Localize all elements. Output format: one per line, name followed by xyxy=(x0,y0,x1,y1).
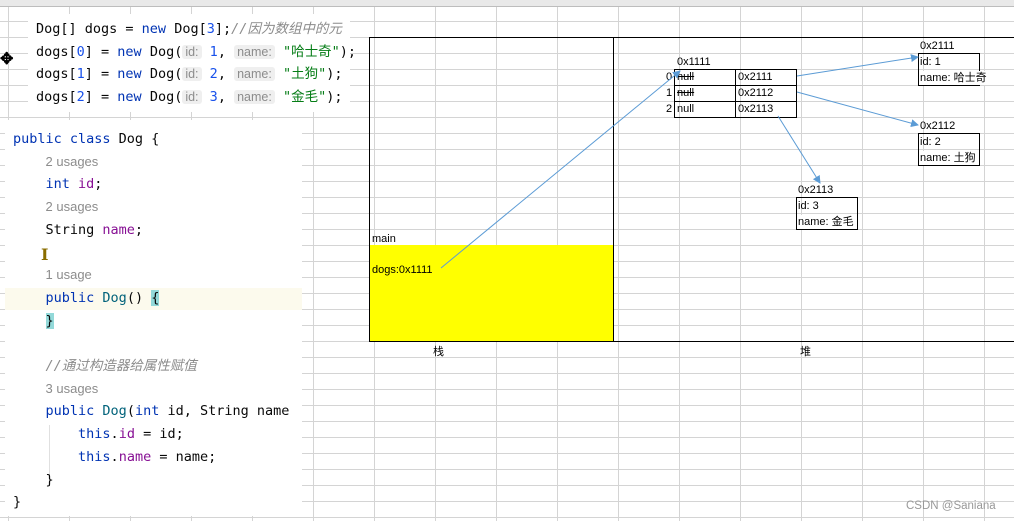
arrow-dogs-to-array xyxy=(440,70,681,269)
watermark: CSDN @Saniana xyxy=(906,500,996,512)
arrow-2-to-0x2113 xyxy=(777,115,821,184)
arrow-1-to-0x2112 xyxy=(796,91,919,128)
reference-arrows xyxy=(440,54,919,269)
arrow-0-to-0x2111 xyxy=(796,54,919,77)
